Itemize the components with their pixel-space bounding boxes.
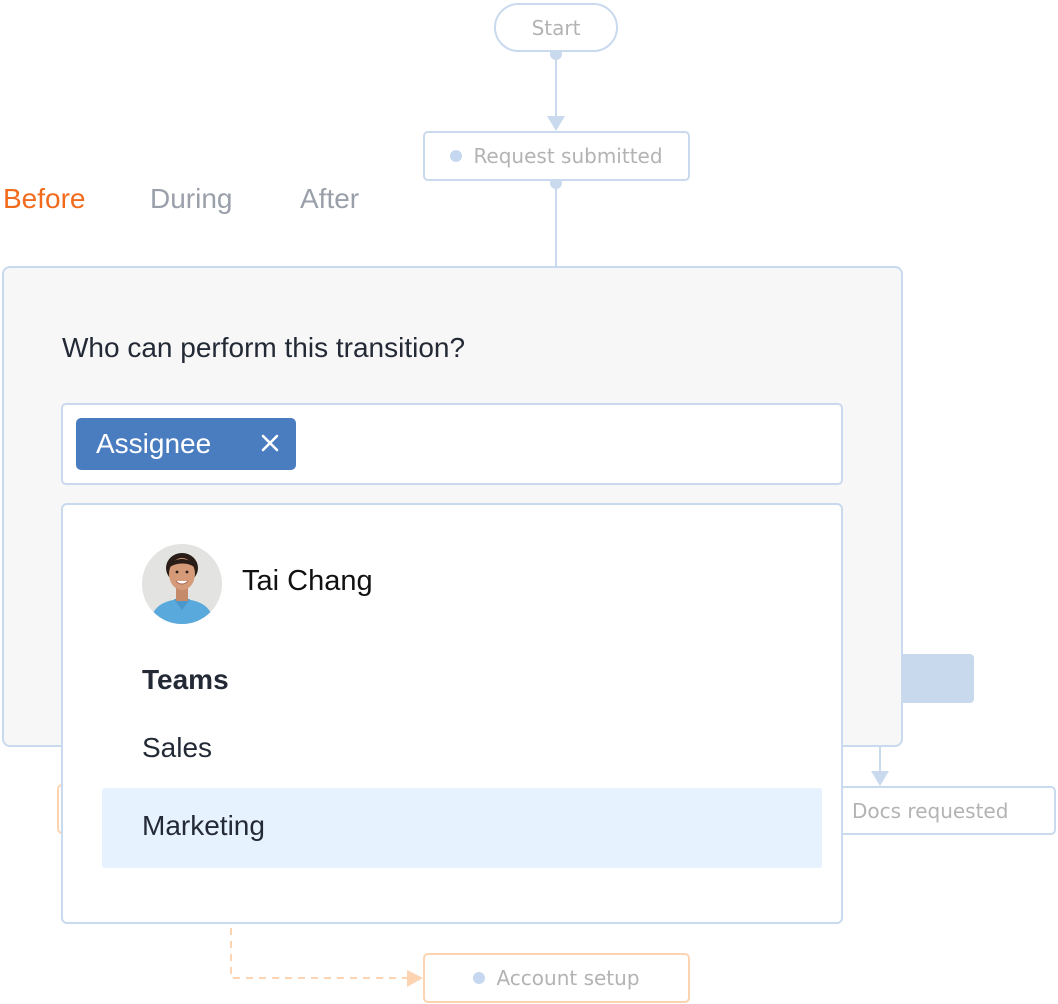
flow-node-account-setup[interactable]: Account setup — [423, 953, 690, 1003]
team-option-marketing[interactable]: Marketing — [142, 810, 265, 842]
arrowhead — [871, 771, 889, 786]
flow-node-label: Request submitted — [473, 144, 663, 168]
panel-question: Who can perform this transition? — [62, 332, 466, 363]
status-dot-icon — [450, 150, 463, 162]
flow-node-label: Docs requested — [852, 798, 1009, 823]
status-dot-icon — [473, 972, 486, 984]
connector-alt-path — [230, 928, 410, 979]
team-option-sales[interactable]: Sales — [142, 732, 212, 764]
flow-node-docs-requested[interactable]: Docs requested — [838, 786, 1056, 835]
tab-before[interactable]: Before — [3, 183, 86, 215]
teams-group-heading: Teams — [142, 664, 229, 695]
flow-node-start[interactable]: Start — [494, 3, 618, 52]
flow-node-label: Account setup — [496, 966, 640, 990]
tab-after[interactable]: After — [300, 183, 359, 215]
close-icon[interactable] — [258, 430, 282, 454]
dropdown-user-option[interactable]: Tai Chang — [140, 543, 440, 625]
avatar — [142, 544, 222, 624]
flow-node-label: Start — [531, 15, 581, 40]
tag-chip-assignee: Assignee — [76, 418, 296, 470]
user-name: Tai Chang — [242, 565, 373, 597]
tag-chip-label: Assignee — [96, 428, 212, 459]
tab-during[interactable]: During — [150, 183, 232, 215]
arrowhead — [547, 116, 565, 131]
flow-node-request-submitted[interactable]: Request submitted — [423, 131, 690, 181]
arrowhead-alt — [407, 970, 423, 987]
